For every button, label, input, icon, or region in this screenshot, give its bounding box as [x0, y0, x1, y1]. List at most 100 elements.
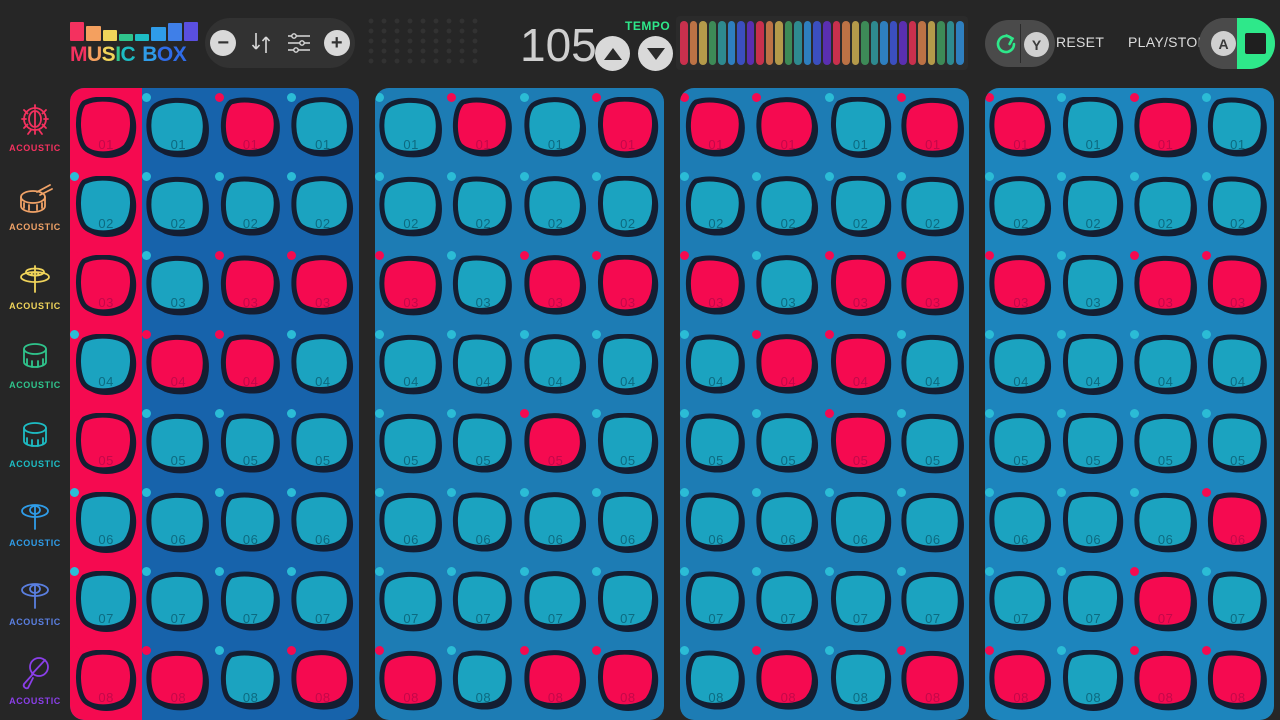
step-cell[interactable]: 03 — [519, 246, 592, 325]
step-cell[interactable]: 07 — [214, 562, 287, 641]
pad-inactive[interactable]: 07 — [214, 566, 283, 633]
step-cell[interactable]: 04 — [286, 325, 359, 404]
pad-inactive[interactable]: 02 — [375, 171, 443, 238]
step-cell[interactable]: 06 — [214, 483, 287, 562]
pad-active[interactable]: 03 — [519, 250, 588, 317]
step-cell[interactable]: 01 — [286, 88, 359, 167]
step-cell[interactable]: 02 — [985, 167, 1057, 246]
step-cell[interactable]: 05 — [1129, 404, 1202, 483]
pad-inactive[interactable]: 01 — [824, 92, 893, 159]
pad-inactive[interactable]: 06 — [214, 487, 283, 554]
pad-active[interactable]: 01 — [70, 92, 138, 159]
pad-inactive[interactable]: 04 — [1057, 329, 1125, 396]
reset-y-button[interactable]: Y — [1024, 32, 1049, 57]
pad-inactive[interactable]: 03 — [447, 250, 515, 317]
step-cell[interactable]: 08 — [824, 641, 897, 720]
pad-inactive[interactable]: 05 — [680, 408, 748, 475]
pad-inactive[interactable]: 06 — [447, 487, 515, 554]
pad-active[interactable]: 06 — [1201, 487, 1270, 554]
step-cell[interactable]: 01 — [142, 88, 214, 167]
pad-inactive[interactable]: 06 — [375, 487, 443, 554]
pad-inactive[interactable]: 02 — [680, 171, 748, 238]
step-cell[interactable]: 03 — [1201, 246, 1274, 325]
step-cell[interactable]: 02 — [447, 167, 519, 246]
step-cell[interactable]: 03 — [752, 246, 824, 325]
step-cell[interactable]: 08 — [286, 641, 359, 720]
pad-inactive[interactable]: 02 — [286, 171, 355, 238]
pad-inactive[interactable]: 07 — [591, 566, 660, 633]
pad-inactive[interactable]: 07 — [375, 566, 443, 633]
pad-active[interactable]: 04 — [752, 329, 820, 396]
step-cell[interactable]: 01 — [70, 88, 142, 167]
pad-inactive[interactable]: 06 — [1129, 487, 1198, 554]
pad-active[interactable]: 01 — [1129, 92, 1198, 159]
sidebar-item-8[interactable]: ACOUSTIC — [0, 639, 70, 718]
pad-inactive[interactable]: 07 — [985, 566, 1053, 633]
sidebar-item-5[interactable]: ACOUSTIC — [0, 402, 70, 481]
sidebar-item-7[interactable]: ACOUSTIC — [0, 560, 70, 639]
pad-inactive[interactable]: 07 — [1057, 566, 1125, 633]
pad-inactive[interactable]: 02 — [752, 171, 820, 238]
step-cell[interactable]: 07 — [752, 562, 824, 641]
pad-inactive[interactable]: 06 — [1057, 487, 1125, 554]
pad-active[interactable]: 05 — [824, 408, 893, 475]
step-cell[interactable]: 05 — [896, 404, 969, 483]
step-cell[interactable]: 02 — [1129, 167, 1202, 246]
step-cell[interactable]: 02 — [680, 167, 752, 246]
pad-inactive[interactable]: 01 — [519, 92, 588, 159]
step-cell[interactable]: 07 — [1057, 562, 1129, 641]
step-cell[interactable]: 06 — [375, 483, 447, 562]
minus-button[interactable]: − — [210, 30, 237, 56]
step-cell[interactable]: 03 — [824, 246, 897, 325]
tempo-decrease-button[interactable] — [638, 36, 673, 71]
pad-active[interactable]: 08 — [142, 645, 210, 712]
pad-inactive[interactable]: 05 — [1129, 408, 1198, 475]
step-cell[interactable]: 02 — [591, 167, 664, 246]
pad-inactive[interactable]: 08 — [447, 645, 515, 712]
pad-inactive[interactable]: 04 — [896, 329, 965, 396]
sidebar-item-4[interactable]: ACOUSTIC — [0, 323, 70, 402]
pad-inactive[interactable]: 03 — [142, 250, 210, 317]
pad-active[interactable]: 04 — [214, 329, 283, 396]
pad-inactive[interactable]: 04 — [375, 329, 443, 396]
step-cell[interactable]: 04 — [752, 325, 824, 404]
step-cell[interactable]: 04 — [591, 325, 664, 404]
step-cell[interactable]: 07 — [1201, 562, 1274, 641]
step-cell[interactable]: 06 — [286, 483, 359, 562]
step-cell[interactable]: 08 — [70, 641, 142, 720]
step-cell[interactable]: 06 — [752, 483, 824, 562]
step-cell[interactable]: 07 — [1129, 562, 1202, 641]
pad-active[interactable]: 08 — [286, 645, 355, 712]
step-cell[interactable]: 07 — [680, 562, 752, 641]
pad-inactive[interactable]: 06 — [680, 487, 748, 554]
step-cell[interactable]: 08 — [896, 641, 969, 720]
pad-inactive[interactable]: 02 — [214, 171, 283, 238]
step-cell[interactable]: 08 — [752, 641, 824, 720]
step-cell[interactable]: 04 — [214, 325, 287, 404]
pad-inactive[interactable]: 07 — [286, 566, 355, 633]
pad-inactive[interactable]: 06 — [519, 487, 588, 554]
pad-inactive[interactable]: 04 — [519, 329, 588, 396]
pad-inactive[interactable]: 05 — [1057, 408, 1125, 475]
step-cell[interactable]: 03 — [447, 246, 519, 325]
pad-active[interactable]: 08 — [591, 645, 660, 712]
step-cell[interactable]: 01 — [1201, 88, 1274, 167]
sidebar-item-2[interactable]: ACOUSTIC — [0, 165, 70, 244]
reset-button[interactable]: Y — [985, 20, 1055, 67]
step-cell[interactable]: 04 — [142, 325, 214, 404]
pad-inactive[interactable]: 07 — [70, 566, 138, 633]
sidebar-item-1[interactable]: ACOUSTIC — [0, 86, 70, 165]
step-cell[interactable]: 06 — [591, 483, 664, 562]
pad-inactive[interactable]: 07 — [824, 566, 893, 633]
pad-inactive[interactable]: 02 — [985, 171, 1053, 238]
step-cell[interactable]: 04 — [70, 325, 142, 404]
sliders-icon[interactable] — [285, 29, 313, 57]
pad-inactive[interactable]: 05 — [447, 408, 515, 475]
step-cell[interactable]: 02 — [375, 167, 447, 246]
pad-inactive[interactable]: 05 — [214, 408, 283, 475]
pad-inactive[interactable]: 01 — [375, 92, 443, 159]
step-cell[interactable]: 04 — [375, 325, 447, 404]
pad-active[interactable]: 05 — [70, 408, 138, 475]
pad-inactive[interactable]: 02 — [1129, 171, 1198, 238]
pad-active[interactable]: 03 — [286, 250, 355, 317]
